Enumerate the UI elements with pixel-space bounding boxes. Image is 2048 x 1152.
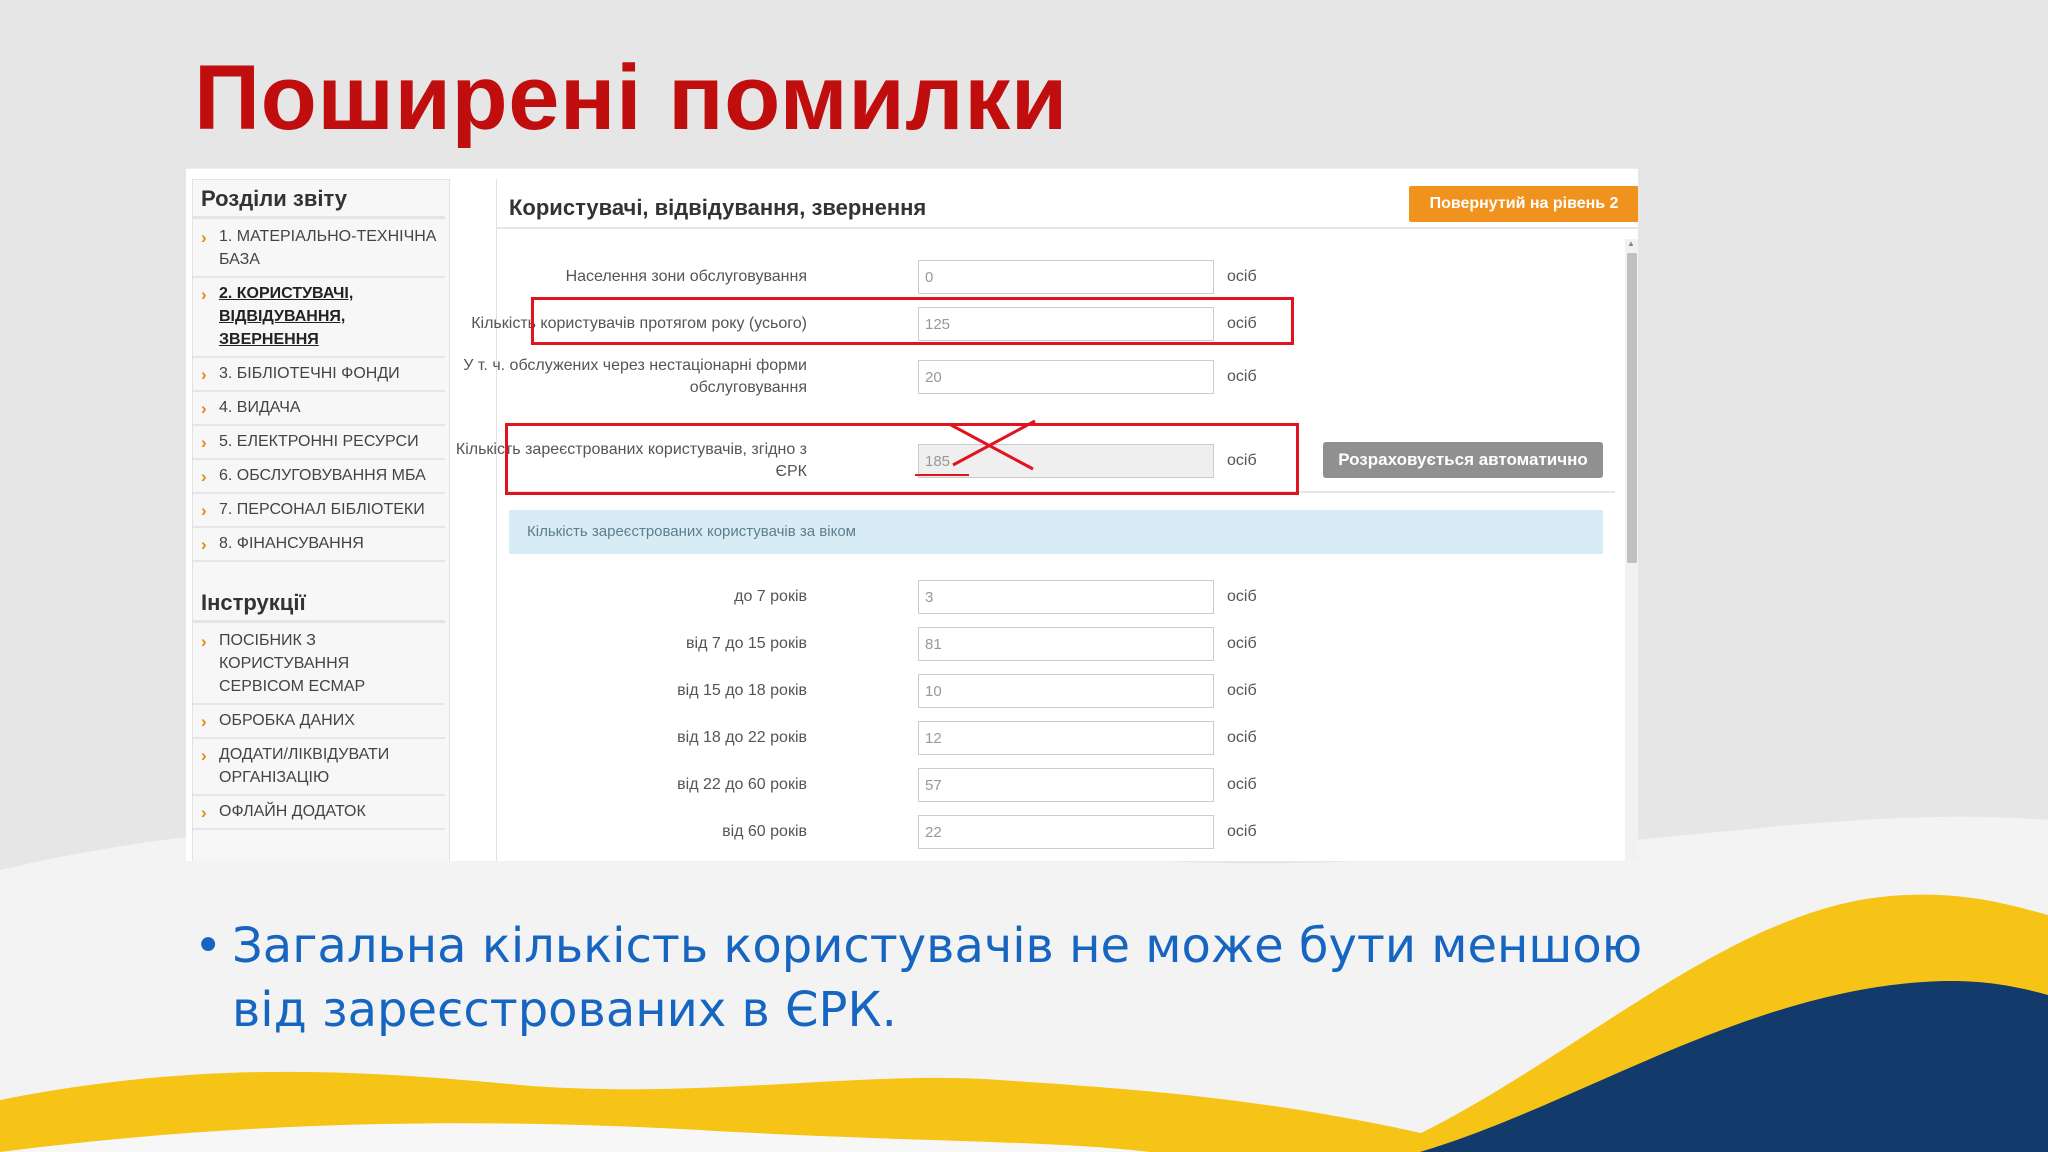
instructions-list: › Посібник з користування сервісом ЕСМАР … xyxy=(193,625,449,830)
unit-label: осіб xyxy=(1227,635,1257,652)
age-section-label: Кількість зареєстрованих користувачів за… xyxy=(527,523,856,540)
age-18-22-input[interactable] xyxy=(918,721,1214,755)
age-over-60-input[interactable] xyxy=(918,815,1214,849)
field-label: У т. ч. обслужених через нестаціонарні ф… xyxy=(463,357,807,396)
panel-title: Користувачі, відвідування, звернення xyxy=(509,195,927,220)
sidebar-item-label: 2. Користувачі, відвідування, звернення xyxy=(219,285,354,348)
sidebar-item-library-funds[interactable]: › 3. Бібліотечні фонди xyxy=(193,358,445,392)
field-label: від 7 до 15 років xyxy=(686,635,807,652)
chevron-right-icon: › xyxy=(201,632,207,651)
sidebar-item-offline-app[interactable]: › Офлайн додаток xyxy=(193,796,445,830)
chevron-right-icon: › xyxy=(201,712,207,731)
chevron-right-icon: › xyxy=(201,365,207,384)
chevron-right-icon: › xyxy=(201,535,207,554)
field-label: до 7 років xyxy=(734,588,807,605)
age-row-over-60: від 60 років осіб xyxy=(497,814,1617,850)
level-status-badge[interactable]: Повернутий на рівень 2 xyxy=(1409,186,1638,222)
chevron-right-icon: › xyxy=(201,467,207,486)
vertical-scrollbar[interactable]: ▲ xyxy=(1625,239,1638,861)
age-row-22-60: від 22 до 60 років осіб xyxy=(497,767,1617,803)
sidebar-item-label: 3. Бібліотечні фонди xyxy=(219,365,400,382)
bullet-item: • Загальна кількість користувачів не може… xyxy=(194,914,1694,1042)
unit-label: осіб xyxy=(1227,776,1257,793)
sidebar-item-label: 6. Обслуговування МБА xyxy=(219,467,426,484)
cross-line xyxy=(952,419,1036,467)
field-label: Населення зони обслуговування xyxy=(565,268,807,285)
bullet-dot-icon: • xyxy=(194,918,223,974)
annotation-cross-out-mark xyxy=(915,419,1036,476)
auto-calculated-button[interactable]: Розраховується автоматично xyxy=(1323,442,1603,478)
chevron-right-icon: › xyxy=(201,228,207,247)
age-row-7-15: від 7 до 15 років осіб xyxy=(497,626,1617,662)
sidebar-item-issue[interactable]: › 4. Видача xyxy=(193,392,445,426)
sidebar-item-staff[interactable]: › 7. Персонал бібліотеки xyxy=(193,494,445,528)
sidebar-item-users[interactable]: › 2. Користувачі, відвідування, звернення xyxy=(193,278,445,358)
mobile-users-input[interactable] xyxy=(918,360,1214,394)
chevron-right-icon: › xyxy=(201,285,207,304)
scrollbar-thumb[interactable] xyxy=(1627,253,1637,563)
sidebar-item-label: 8. Фінансування xyxy=(219,535,364,552)
scroll-up-arrow-icon[interactable]: ▲ xyxy=(1627,239,1635,248)
age-22-60-input[interactable] xyxy=(918,768,1214,802)
age-section-bar: Кількість зареєстрованих користувачів за… xyxy=(509,510,1603,554)
field-label: від 60 років xyxy=(722,823,807,840)
sidebar-item-e-resources[interactable]: › 5. Електронні ресурси xyxy=(193,426,445,460)
age-row-15-18: від 15 до 18 років осіб xyxy=(497,673,1617,709)
form-panel: Користувачі, відвідування, звернення Пов… xyxy=(456,179,1638,861)
sidebar-item-label: Посібник з користування сервісом ЕСМАР xyxy=(219,632,366,695)
sidebar-item-label: Офлайн додаток xyxy=(219,803,366,820)
panel-header: Користувачі, відвідування, звернення Пов… xyxy=(497,179,1638,229)
age-row-18-22: від 18 до 22 років осіб xyxy=(497,720,1617,756)
age-under-7-input[interactable] xyxy=(918,580,1214,614)
field-label: від 22 до 60 років xyxy=(677,776,807,793)
sidebar-item-mba[interactable]: › 6. Обслуговування МБА xyxy=(193,460,445,494)
sidebar-item-label: 5. Електронні ресурси xyxy=(219,433,419,450)
sidebar-item-data-processing[interactable]: › Обробка даних xyxy=(193,705,445,739)
field-row-mobile-users: У т. ч. обслужених через нестаціонарні ф… xyxy=(463,357,1617,396)
sidebar-heading-sections: Розділи звіту xyxy=(193,180,445,219)
sidebar-item-add-organization[interactable]: › Додати/ліквідувати організацію xyxy=(193,739,445,796)
annotation-highlight-total-users xyxy=(531,297,1294,345)
sidebar-item-material-base[interactable]: › 1. Матеріально-технічна база xyxy=(193,221,445,278)
cross-line xyxy=(950,423,1034,471)
sidebar-heading-instructions: Інструкції xyxy=(193,584,445,623)
slide-title: Поширені помилки xyxy=(194,47,1068,149)
unit-label: осіб xyxy=(1227,823,1257,840)
sidebar-item-label: 7. Персонал бібліотеки xyxy=(219,501,425,518)
chevron-right-icon: › xyxy=(201,501,207,520)
bullet-text: Загальна кількість користувачів не може … xyxy=(232,918,1643,1038)
sections-list: › 1. Матеріально-технічна база › 2. Корист… xyxy=(193,221,449,562)
field-label: від 18 до 22 років xyxy=(677,729,807,746)
bullet-list: • Загальна кількість користувачів не може… xyxy=(194,914,1694,1042)
chevron-right-icon: › xyxy=(201,433,207,452)
population-input[interactable] xyxy=(918,260,1214,294)
sidebar: Розділи звіту › 1. Матеріально-технічна б… xyxy=(192,179,450,861)
unit-label: осіб xyxy=(1227,682,1257,699)
age-row-under-7: до 7 років осіб xyxy=(497,579,1617,615)
sidebar-item-manual[interactable]: › Посібник з користування сервісом ЕСМАР xyxy=(193,625,445,705)
sidebar-item-label: Додати/ліквідувати організацію xyxy=(219,746,390,786)
sidebar-item-label: 1. Матеріально-технічна база xyxy=(219,228,437,268)
form-screenshot: Розділи звіту › 1. Матеріально-технічна б… xyxy=(186,168,1638,861)
chevron-right-icon: › xyxy=(201,803,207,822)
sidebar-item-label: 4. Видача xyxy=(219,399,301,416)
field-label: від 15 до 18 років xyxy=(677,682,807,699)
age-7-15-input[interactable] xyxy=(918,627,1214,661)
field-row-population: Населення зони обслуговування осіб xyxy=(497,259,1617,295)
unit-label: осіб xyxy=(1227,368,1257,385)
unit-label: осіб xyxy=(1227,588,1257,605)
chevron-right-icon: › xyxy=(201,746,207,765)
chevron-right-icon: › xyxy=(201,399,207,418)
sidebar-item-finance[interactable]: › 8. Фінансування xyxy=(193,528,445,562)
sidebar-item-label: Обробка даних xyxy=(219,712,355,729)
unit-label: осіб xyxy=(1227,729,1257,746)
unit-label: осіб xyxy=(1227,268,1257,285)
age-15-18-input[interactable] xyxy=(918,674,1214,708)
